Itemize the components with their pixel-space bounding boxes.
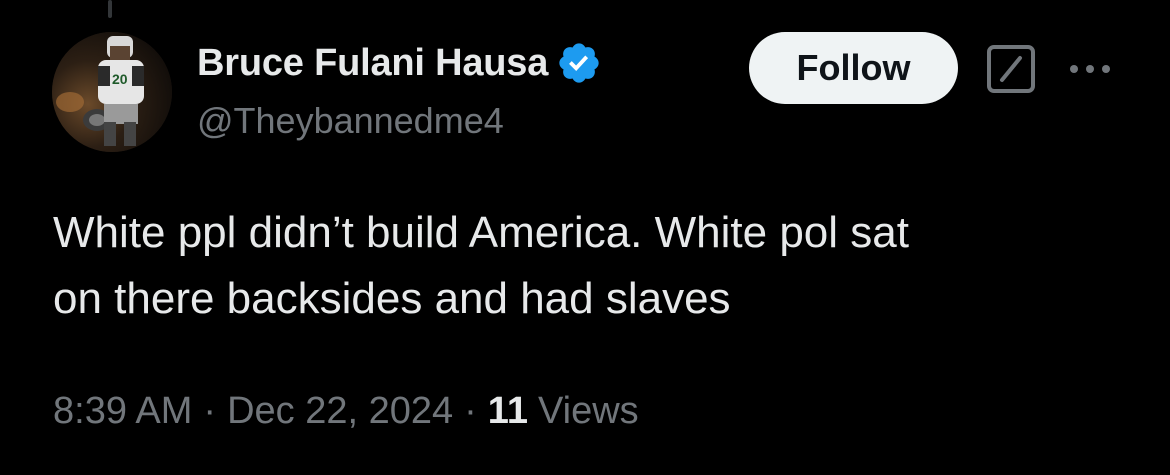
more-dots-icon[interactable] [1066,54,1114,84]
views-count[interactable]: 11 [488,390,528,433]
grok-icon[interactable] [986,44,1036,94]
profile-photo-icon: 20 [52,32,172,152]
thread-connector-line [108,0,112,18]
svg-text:20: 20 [112,71,128,87]
views-label[interactable]: Views [538,390,639,433]
tweet-meta: 8:39 AM · Dec 22, 2024 · 11 Views [53,390,639,433]
author-avatar[interactable]: 20 [52,32,172,152]
tweet-date[interactable]: Dec 22, 2024 [227,390,453,433]
meta-separator: · [464,390,477,432]
author-name-row: Bruce Fulani Hausa [197,40,602,86]
tweet-text: White ppl didn’t build America. White po… [53,208,909,323]
author-display-name[interactable]: Bruce Fulani Hausa [197,42,548,85]
author-handle[interactable]: @Theybannedme4 [197,100,504,142]
verified-badge-icon[interactable] [556,40,602,86]
tweet-time[interactable]: 8:39 AM [53,390,192,433]
follow-button[interactable]: Follow [749,32,958,104]
meta-separator: · [203,390,217,432]
